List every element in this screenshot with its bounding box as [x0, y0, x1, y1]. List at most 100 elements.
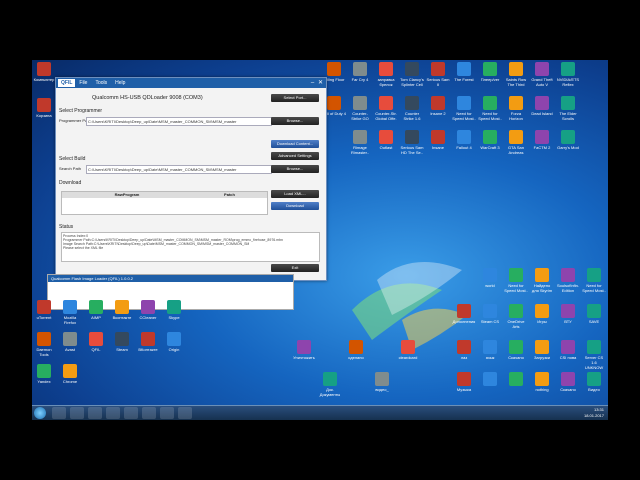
- browse-programmer-button[interactable]: Browse...: [271, 117, 319, 125]
- close-icon[interactable]: ✕: [317, 80, 324, 87]
- desktop-icon[interactable]: nothing: [530, 372, 554, 392]
- start-button[interactable]: [34, 407, 46, 419]
- desktop-icon[interactable]: Скачано: [504, 340, 528, 360]
- taskbar-steam-icon[interactable]: [88, 407, 102, 419]
- menu-tools[interactable]: Tools: [91, 80, 111, 86]
- notice-title: Qualcomm Flash Image Loader (QFIL) 1.0.0…: [48, 275, 293, 282]
- desktop-icon[interactable]: Игры: [530, 304, 554, 324]
- desktop-icon[interactable]: CCleaner: [136, 300, 160, 320]
- desktop-icon[interactable]: лаз: [452, 340, 476, 360]
- desktop-icon[interactable]: Insane 2: [426, 96, 450, 116]
- desktop-icon[interactable]: FaCTM 2: [530, 130, 554, 150]
- desktop-icon[interactable]: Counter Strike 1.6: [400, 96, 424, 121]
- desktop-icon[interactable]: Steam CS: [478, 304, 502, 324]
- desktop-icon[interactable]: [478, 372, 502, 387]
- taskbar-media-icon[interactable]: [70, 407, 84, 419]
- desktop-icon[interactable]: The Forest: [452, 62, 476, 82]
- desktop-icon[interactable]: Компьютер: [32, 62, 56, 82]
- desktop-icon[interactable]: Origin: [162, 332, 186, 352]
- desktop-icon-label: Insane: [431, 145, 444, 150]
- desktop-icon[interactable]: Counter-Str. Global Offe.: [374, 96, 398, 121]
- desktop-icon[interactable]: SoulsofInfin. Edition: [556, 268, 580, 293]
- desktop-icon[interactable]: ВКонтакте: [136, 332, 160, 352]
- menu-file[interactable]: File: [75, 80, 91, 86]
- taskbar-chrome-icon[interactable]: [106, 407, 120, 419]
- load-xml-button[interactable]: Load XML...: [271, 190, 319, 198]
- desktop-icon[interactable]: world: [478, 268, 502, 288]
- desktop-icon[interactable]: CSI нова: [556, 340, 580, 360]
- select-port-button[interactable]: Select Port...: [271, 94, 319, 102]
- desktop-icon[interactable]: Найдено для Skyrim: [530, 268, 554, 293]
- desktop-icon[interactable]: Serious Sam II: [426, 62, 450, 87]
- desktop-icon[interactable]: OneDrive Arts: [504, 304, 528, 329]
- desktop-icon[interactable]: QFIL: [84, 332, 108, 352]
- desktop-icon[interactable]: ВТУ: [556, 304, 580, 324]
- desktop-icon[interactable]: язык: [478, 340, 502, 360]
- desktop-icon[interactable]: Mozilla Firefox: [58, 300, 82, 325]
- programmer-path-field[interactable]: C:\Users\KRITI\Desktop\Deep_up\Date\MSM_…: [86, 117, 272, 126]
- desktop-icon[interactable]: Forza Horizon: [504, 96, 528, 121]
- desktop-icon[interactable]: Вконтакте: [110, 300, 134, 320]
- taskbar-qfil-icon[interactable]: [178, 407, 192, 419]
- desktop-icon[interactable]: Fallout 4: [452, 130, 476, 150]
- desktop-icon[interactable]: uTorrent: [32, 300, 56, 320]
- desktop-icon[interactable]: Counter-Strike GO: [348, 96, 372, 121]
- desktop-icon[interactable]: WarCraft 3: [478, 130, 502, 150]
- desktop-icon[interactable]: Grand Theft Auto V: [530, 62, 554, 87]
- minimize-icon[interactable]: –: [309, 80, 316, 87]
- taskbar-app-icon[interactable]: [142, 407, 156, 419]
- desktop-icon[interactable]: Serious Sam HD The Se..: [400, 130, 424, 155]
- desktop-icon[interactable]: Музыка: [452, 372, 476, 392]
- exit-button[interactable]: Exit: [271, 264, 319, 272]
- desktop-icon[interactable]: GTA San Andreas: [504, 130, 528, 155]
- desktop-icon[interactable]: Need for Speed Most..: [582, 268, 606, 293]
- browse-build-button[interactable]: Browse...: [271, 165, 319, 173]
- desktop-icon[interactable]: Chrome: [58, 364, 82, 384]
- desktop-icon[interactable]: Плеер/ver: [478, 62, 502, 82]
- desktop-icon[interactable]: Rimage Rimaster..: [348, 130, 372, 155]
- desktop-icon[interactable]: заправка брелок: [374, 62, 398, 87]
- desktop-icon[interactable]: Need for Speed Most..: [452, 96, 476, 121]
- desktop-icon[interactable]: Need for Speed Most..: [504, 268, 528, 293]
- desktop-icon[interactable]: Видео: [582, 372, 606, 392]
- desktop-icon[interactable]: Avast: [58, 332, 82, 352]
- menu-help[interactable]: Help: [111, 80, 129, 86]
- desktop-icon[interactable]: NVIDIA/ETS Reflex: [556, 62, 580, 87]
- desktop-icon-label: Need for Speed Most..: [478, 111, 502, 121]
- desktop-icon[interactable]: Outlast: [374, 130, 398, 150]
- taskbar-clock[interactable]: 13:31 18.01.2017: [584, 407, 604, 419]
- rawprogram-table[interactable]: RawProgram Patch: [61, 191, 268, 215]
- search-path-field[interactable]: C:\Users\KRITI\Desktop\Deep_up\Date\MSM_…: [86, 165, 272, 174]
- desktop-icon[interactable]: SAVE: [582, 304, 606, 324]
- desktop-icon[interactable]: Дополнения: [452, 304, 476, 324]
- desktop-icon[interactable]: Загрузки: [530, 340, 554, 360]
- desktop-icon[interactable]: Server CS 1.6 UNKNOW: [582, 340, 606, 370]
- desktop-icon[interactable]: видео_: [370, 372, 394, 392]
- desktop-icon[interactable]: Saints Row The Third: [504, 62, 528, 87]
- desktop-icon[interactable]: Корзина: [32, 98, 56, 118]
- advanced-settings-button[interactable]: Advanced Settings: [271, 152, 319, 160]
- desktop-icon[interactable]: Скачано: [556, 372, 580, 392]
- desktop-icon[interactable]: Dead Island: [530, 96, 554, 116]
- desktop-icon[interactable]: сделано: [344, 340, 368, 360]
- taskbar-yandex-icon[interactable]: [124, 407, 138, 419]
- desktop-icon[interactable]: Skype: [162, 300, 186, 320]
- desktop-icon[interactable]: cleardcard: [396, 340, 420, 360]
- desktop-icon[interactable]: Insane: [426, 130, 450, 150]
- desktop-icon[interactable]: Garry's Mod: [556, 130, 580, 150]
- desktop-icon[interactable]: Need for Speed Most..: [478, 96, 502, 121]
- download-button[interactable]: Download: [271, 202, 319, 210]
- desktop-icon[interactable]: Daemon Tools: [32, 332, 56, 357]
- desktop-icon[interactable]: AIMP: [84, 300, 108, 320]
- desktop-icon[interactable]: The Elder Scrolls: [556, 96, 580, 121]
- desktop-icon[interactable]: Yandex: [32, 364, 56, 384]
- taskbar-app-icon[interactable]: [160, 407, 174, 419]
- desktop-icon[interactable]: Уничтожить: [292, 340, 316, 360]
- download-content-button[interactable]: Download Content...: [271, 140, 319, 148]
- desktop-icon[interactable]: [504, 372, 528, 387]
- desktop-icon[interactable]: Far Cry 4: [348, 62, 372, 82]
- desktop-icon[interactable]: Док. Документы: [318, 372, 342, 397]
- desktop-icon[interactable]: Tom Clancy's Splinter Cell: [400, 62, 424, 87]
- taskbar-explorer-icon[interactable]: [52, 407, 66, 419]
- desktop-icon[interactable]: Steam: [110, 332, 134, 352]
